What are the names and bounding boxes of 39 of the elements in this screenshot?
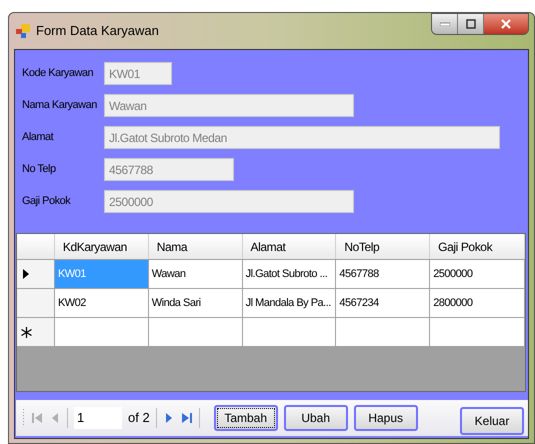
field-label: Alamat [22,130,55,146]
table-cell[interactable]: Jl Mandala By Pa... [242,289,336,317]
field-label: No Telp [22,162,57,178]
exit-button[interactable]: Keluar [460,407,524,435]
maximize-button[interactable] [458,14,484,34]
field-label: Gaji Pokok [22,194,72,210]
table-cell[interactable]: Wawan [148,260,243,288]
field-label: Kode Karyawan [22,66,94,82]
record-count: of 2 [128,409,150,428]
action-button[interactable]: Hapus [354,405,418,431]
table-cell[interactable]: Winda Sari [148,289,243,317]
maximize-icon [466,19,476,29]
table-cell[interactable]: KW02 [54,289,149,317]
table-cell[interactable]: Jl.Gatot Subroto ... [242,260,336,288]
close-button[interactable] [484,14,528,34]
grip-icon [22,408,25,428]
close-icon [501,19,511,29]
first-record-icon[interactable] [31,411,43,425]
column-header[interactable]: Alamat [242,234,336,259]
position-field[interactable]: 1 [74,407,122,429]
column-header[interactable]: Gaji Pokok [430,234,525,259]
column-header[interactable]: Nama [148,234,243,259]
action-button[interactable]: Ubah [284,405,348,431]
field-label: Nama Karyawan [22,98,98,114]
row-header[interactable] [17,318,55,346]
column-header[interactable]: NoTelp [336,234,430,259]
table-cell[interactable]: 2800000 [430,289,525,317]
table-cell[interactable]: 2500000 [430,260,525,288]
new-row-icon [21,326,32,338]
column-header[interactable]: KdKaryawan [54,234,149,259]
last-record-icon[interactable] [180,411,193,425]
row-header[interactable] [17,260,55,288]
table-cell[interactable]: 4567234 [336,289,430,317]
window-title: Form Data Karyawan [36,22,159,40]
table-cell[interactable]: 4567788 [336,260,430,288]
minimize-icon [440,22,450,26]
minimize-button[interactable] [432,14,458,34]
app-icon [16,24,30,38]
action-button[interactable]: Tambah [214,405,278,431]
